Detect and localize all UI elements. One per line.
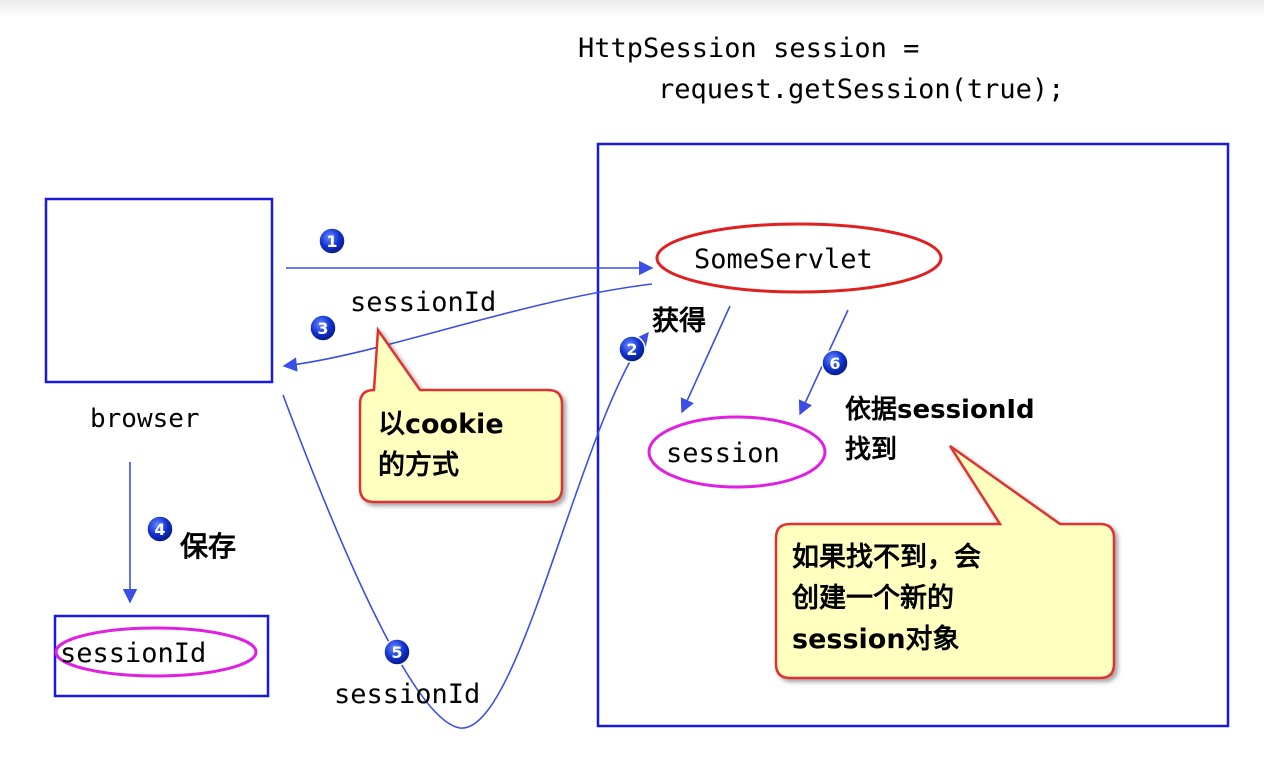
step-badge-6: 6 (821, 349, 849, 377)
step-badge-5: 5 (383, 638, 411, 666)
lookup-label-line-1: 依据sessionId (845, 395, 1035, 425)
step-badge-1: 1 (318, 227, 346, 255)
code-line-2: request.getSession(true); (658, 74, 1064, 105)
svg-text:5: 5 (391, 643, 402, 662)
step-badge-2: 2 (618, 335, 646, 363)
browser-label: browser (90, 404, 200, 434)
svg-text:3: 3 (317, 319, 328, 338)
session-diagram: HttpSession session = request.getSession… (44, 33, 1230, 729)
cookie-callout-line-2: 的方式 (378, 449, 459, 481)
session-label: session (666, 438, 780, 469)
session-id-top-label: sessionId (350, 287, 496, 318)
svg-text:2: 2 (626, 340, 637, 359)
session-id-bottom-label: sessionId (334, 679, 480, 710)
step-badge-3: 3 (309, 314, 337, 342)
create-callout-line-2: 创建一个新的 (791, 582, 954, 614)
lookup-label-line-2: 找到 (845, 435, 897, 465)
code-line-1: HttpSession session = (578, 33, 919, 64)
browser-box (44, 197, 274, 384)
create-callout-line-3: session对象 (792, 623, 960, 655)
cookie-callout-line-1: 以cookie (378, 409, 504, 440)
svg-text:1: 1 (326, 232, 337, 251)
save-label: 保存 (180, 530, 236, 563)
svg-text:4: 4 (154, 520, 165, 539)
svg-text:6: 6 (829, 354, 840, 373)
create-callout-line-1: 如果找不到，会 (792, 542, 981, 573)
stored-session-id-label: sessionId (60, 638, 206, 669)
obtain-label: 获得 (652, 306, 706, 337)
step-badge-4: 4 (146, 515, 174, 543)
servlet-label: SomeServlet (694, 244, 873, 275)
